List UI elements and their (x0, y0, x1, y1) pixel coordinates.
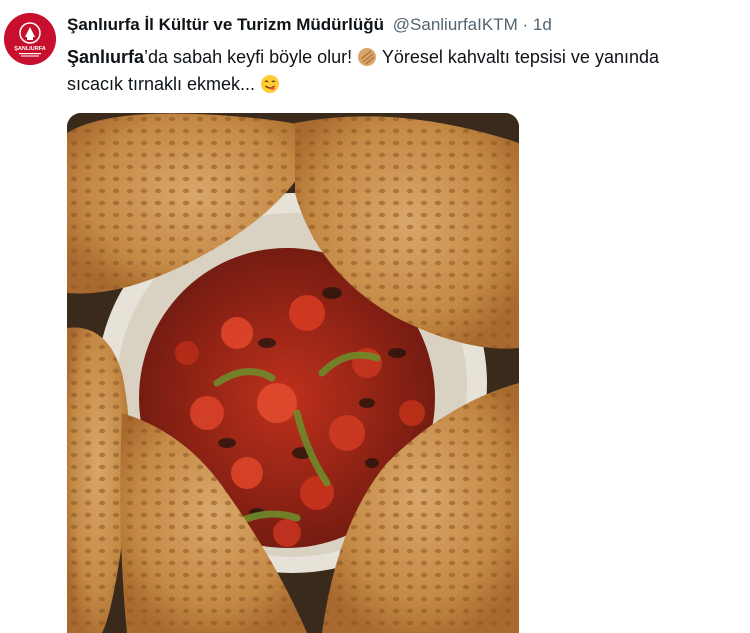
tweet-text-line2: sıcacık tırnaklı ekmek... (67, 74, 256, 94)
yum-face-emoji (261, 75, 280, 93)
bread-emoji (358, 48, 377, 66)
tweet-text-bold: Şanlıurfa (67, 47, 145, 67)
author-name[interactable]: Şanlıurfa İl Kültür ve Turizm Müdürlüğü (67, 15, 384, 34)
author-handle[interactable]: @SanliurfaIKTM (393, 15, 518, 34)
tweet-header: Şanlıurfa İl Kültür ve Turizm Müdürlüğü … (67, 13, 552, 37)
tweet-photo[interactable] (67, 113, 519, 633)
tweet-text-line1-rest: Yöresel kahvaltı tepsisi ve yanında (377, 47, 660, 67)
avatar[interactable]: ŞANLIURFA (4, 13, 56, 65)
tweet-text-line1: ’da sabah keyfi böyle olur! (144, 47, 353, 67)
breakfast-photo (67, 113, 519, 633)
svg-text:ŞANLIURFA: ŞANLIURFA (14, 46, 46, 52)
tweet-text: Şanlıurfa’da sabah keyfi böyle olur! Yör… (67, 44, 747, 98)
separator: · (522, 15, 529, 34)
sanliurfa-logo: ŞANLIURFA (4, 13, 56, 65)
timestamp[interactable]: 1d (533, 15, 552, 34)
